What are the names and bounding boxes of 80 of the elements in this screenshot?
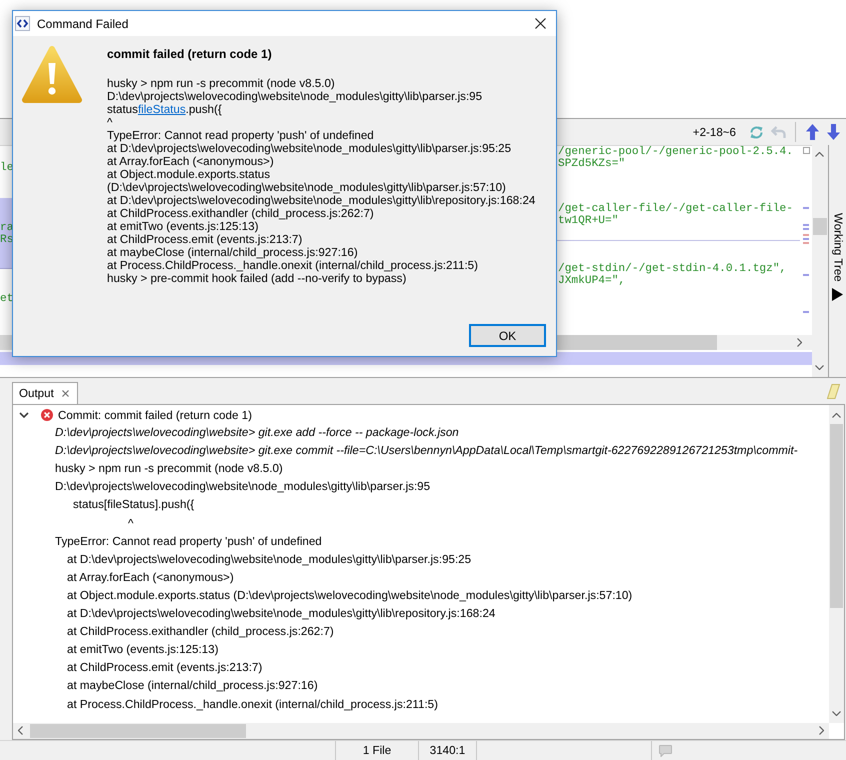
change-marker — [803, 224, 809, 226]
output-line: at Array.forEach (<anonymous>) — [67, 570, 234, 586]
message-line: at Process.ChildProcess._handle.onexit (internal/child_process.js:211:5) — [107, 259, 478, 272]
chevron-down-icon[interactable] — [832, 711, 841, 716]
output-line: at D:\dev\projects\welovecoding\website\node_modules\gitty\lib\repository.js:168:24 — [67, 606, 496, 622]
message-line: husky > npm run -s precommit (node v8.5.0) — [107, 77, 335, 90]
output-line: at Object.module.exports.status (D:\dev\projects\welovecoding\website\node_modules\gitty\lib\parser.js:57:10) — [67, 588, 632, 604]
output-line: at emitTwo (events.js:125:13) — [67, 642, 218, 658]
message-line: at D:\dev\projects\welovecoding\website\node_modules\gitty\lib\repository.js:168:24 — [107, 194, 536, 207]
output-line: D:\dev\projects\welovecoding\website> git.exe add --force -- package-lock.json — [55, 425, 459, 442]
chevron-right-icon[interactable] — [797, 338, 802, 347]
message-line: husky > pre-commit hook failed (add --no-verify to bypass) — [107, 272, 406, 285]
message-line: statusfileStatus.push({ — [107, 103, 222, 116]
output-line: TypeError: Cannot read property 'push' of undefined — [55, 534, 322, 550]
message-line: at emitTwo (events.js:125:13) — [107, 220, 258, 233]
change-summary: +2-18~6 — [692, 126, 736, 138]
chevron-down-icon[interactable] — [815, 365, 824, 370]
scrollbar-thumb[interactable] — [813, 218, 827, 235]
working-tree-tab[interactable]: Working Tree — [828, 145, 846, 377]
output-line: at maybeClose (internal/child_process.js:927:16) — [67, 678, 318, 694]
output-line: at ChildProcess.exithandler (child_process.js:262:7) — [67, 624, 334, 640]
message-line: at Object.module.exports.status (D:\dev\projects\welovecoding\website\node_modules\gitty\lib\parser.js:57:10) — [107, 168, 507, 194]
entry-title[interactable]: Commit: commit failed (return code 1) — [58, 408, 252, 422]
horizontal-scrollbar[interactable] — [556, 335, 812, 350]
message-line: TypeError: Cannot read property 'push' of undefined — [107, 129, 374, 142]
output-line: status[fileStatus].push({ — [73, 497, 194, 514]
chevron-down-icon[interactable] — [19, 412, 29, 418]
cursor-position: 3140:1 — [430, 744, 466, 757]
change-marker — [803, 234, 809, 236]
change-marker — [803, 238, 809, 240]
change-marker — [803, 311, 809, 313]
horizontal-scrollbar[interactable] — [13, 723, 829, 739]
chevron-up-icon[interactable] — [815, 152, 824, 157]
code-line: et — [0, 293, 14, 305]
scrollbar-thumb[interactable] — [830, 424, 843, 608]
message-line: at ChildProcess.exithandler (child_process.js:262:7) — [107, 207, 374, 220]
code-line: tw1QR+U=" — [558, 215, 618, 227]
message-line: at D:\dev\projects\welovecoding\website\node_modules\gitty\lib\parser.js:95:25 — [107, 142, 512, 155]
code-line: JXmkUP4=", — [558, 275, 626, 287]
output-line: D:\dev\projects\welovecoding\website> git.exe commit --file=C:\Users\bennyn\AppData\Local\Temp\smartgit-6227692289126721253tmp\commit- — [55, 443, 798, 460]
message-line: D:\dev\projects\welovecoding\website\node_modules\gitty\lib\parser.js:95 — [107, 90, 482, 103]
vertical-scrollbar[interactable] — [829, 405, 844, 723]
code-line: Rs — [0, 234, 14, 246]
change-marker — [803, 242, 809, 244]
dialog-heading: commit failed (return code 1) — [107, 47, 272, 61]
scrollbar-thumb[interactable] — [30, 724, 246, 738]
arrow-up-icon[interactable] — [806, 124, 819, 140]
code-line: /get-caller-file/-/get-caller-file- — [558, 203, 793, 215]
ok-button[interactable]: OK — [469, 324, 546, 347]
text-link[interactable]: fileStatus — [138, 103, 186, 116]
output-line: ^ — [128, 516, 134, 532]
window-title: Command Failed — [37, 16, 128, 30]
message-line: at Array.forEach (<anonymous>) — [107, 155, 274, 168]
output-line: husky > npm run -s precommit (node v8.5.0) — [55, 461, 283, 478]
message-line: ^ — [107, 116, 112, 129]
change-marker — [803, 147, 810, 154]
triangle-right-icon — [832, 288, 843, 301]
output-line: at Process.ChildProcess._handle.onexit (internal/child_process.js:211:5) — [67, 696, 438, 712]
arrow-down-icon[interactable] — [827, 124, 840, 140]
change-marker — [803, 207, 809, 209]
scrollbar-thumb[interactable] — [556, 335, 717, 350]
vertical-scrollbar[interactable] — [812, 145, 828, 377]
chevron-right-icon[interactable] — [819, 726, 824, 735]
code-line: /get-stdin/-/get-stdin-4.0.1.tgz", — [558, 263, 786, 275]
change-marker — [803, 228, 809, 230]
output-tab[interactable]: Output — [12, 382, 78, 404]
chevron-up-icon[interactable] — [832, 413, 841, 418]
close-icon[interactable] — [535, 18, 546, 29]
change-marker — [803, 274, 809, 276]
warning-icon — [22, 46, 82, 104]
output-line: at D:\dev\projects\welovecoding\website\node_modules\gitty\lib\parser.js:95:25 — [67, 552, 472, 568]
code-line: SPZd5KZs=" — [558, 158, 626, 170]
file-count: 1 File — [362, 744, 392, 757]
code-line: /generic-pool/-/generic-pool-2.5.4. — [558, 146, 793, 158]
message-line: at maybeClose (internal/child_process.js:927:16) — [107, 246, 358, 259]
chevron-left-icon[interactable] — [18, 726, 23, 735]
output-line: at ChildProcess.emit (events.js:213:7) — [67, 660, 262, 676]
message-line: at ChildProcess.emit (events.js:213:7) — [107, 233, 302, 246]
code-line: ra — [0, 222, 14, 234]
output-line: D:\dev\projects\welovecoding\website\node_modules\gitty\lib\parser.js:95 — [55, 479, 430, 496]
